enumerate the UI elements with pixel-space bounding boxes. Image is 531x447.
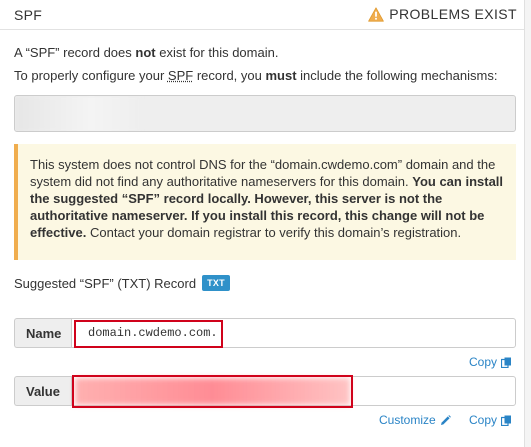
notice-emphasis: not xyxy=(135,45,156,60)
instruction-text-end: include the following mechanisms: xyxy=(296,68,498,83)
notice-text-end: exist for this domain. xyxy=(155,45,279,60)
instruction-emphasis: must xyxy=(265,68,297,83)
status-indicator: PROBLEMS EXIST xyxy=(368,6,517,22)
panel-header: SPF PROBLEMS EXIST xyxy=(0,0,531,30)
warning-triangle-icon xyxy=(368,6,385,22)
pencil-icon xyxy=(440,414,451,425)
copy-icon xyxy=(501,415,512,426)
suggested-record-heading: Suggested “SPF” (TXT) Record TXT xyxy=(14,275,230,291)
name-label: Name xyxy=(14,318,71,348)
name-highlight-box xyxy=(74,320,223,348)
mechanisms-instruction: To properly configure your SPF record, y… xyxy=(14,67,524,84)
instruction-text-mid: record, you xyxy=(193,68,266,83)
spf-panel: SPF PROBLEMS EXIST A “SPF” record does n… xyxy=(0,0,531,447)
copy-icon xyxy=(501,357,512,368)
copy-name-link[interactable]: Copy xyxy=(469,355,512,369)
copy-value-link[interactable]: Copy xyxy=(469,413,512,427)
dns-warning-alert: This system does not control DNS for the… xyxy=(14,144,516,260)
alert-text-end: Contact your domain registrar to verify … xyxy=(86,225,462,240)
spf-abbreviation: SPF xyxy=(167,68,194,83)
status-text: PROBLEMS EXIST xyxy=(389,6,517,22)
missing-record-notice: A “SPF” record does not exist for this d… xyxy=(14,44,519,61)
redacted-mechanisms xyxy=(15,96,141,131)
mechanisms-box xyxy=(14,95,516,132)
panel-title: SPF xyxy=(14,7,43,23)
scrollbar[interactable] xyxy=(524,0,531,447)
copy-name-label: Copy xyxy=(469,355,498,369)
value-label: Value xyxy=(14,376,71,406)
copy-value-label: Copy xyxy=(469,413,498,427)
customize-link[interactable]: Customize xyxy=(379,413,451,427)
notice-text: A “SPF” record does xyxy=(14,45,136,60)
customize-label: Customize xyxy=(379,413,436,427)
instruction-text: To properly configure your xyxy=(14,68,168,83)
suggested-record-label: Suggested “SPF” (TXT) Record xyxy=(14,275,197,291)
value-highlight-box xyxy=(72,375,353,408)
txt-badge: TXT xyxy=(202,275,230,291)
